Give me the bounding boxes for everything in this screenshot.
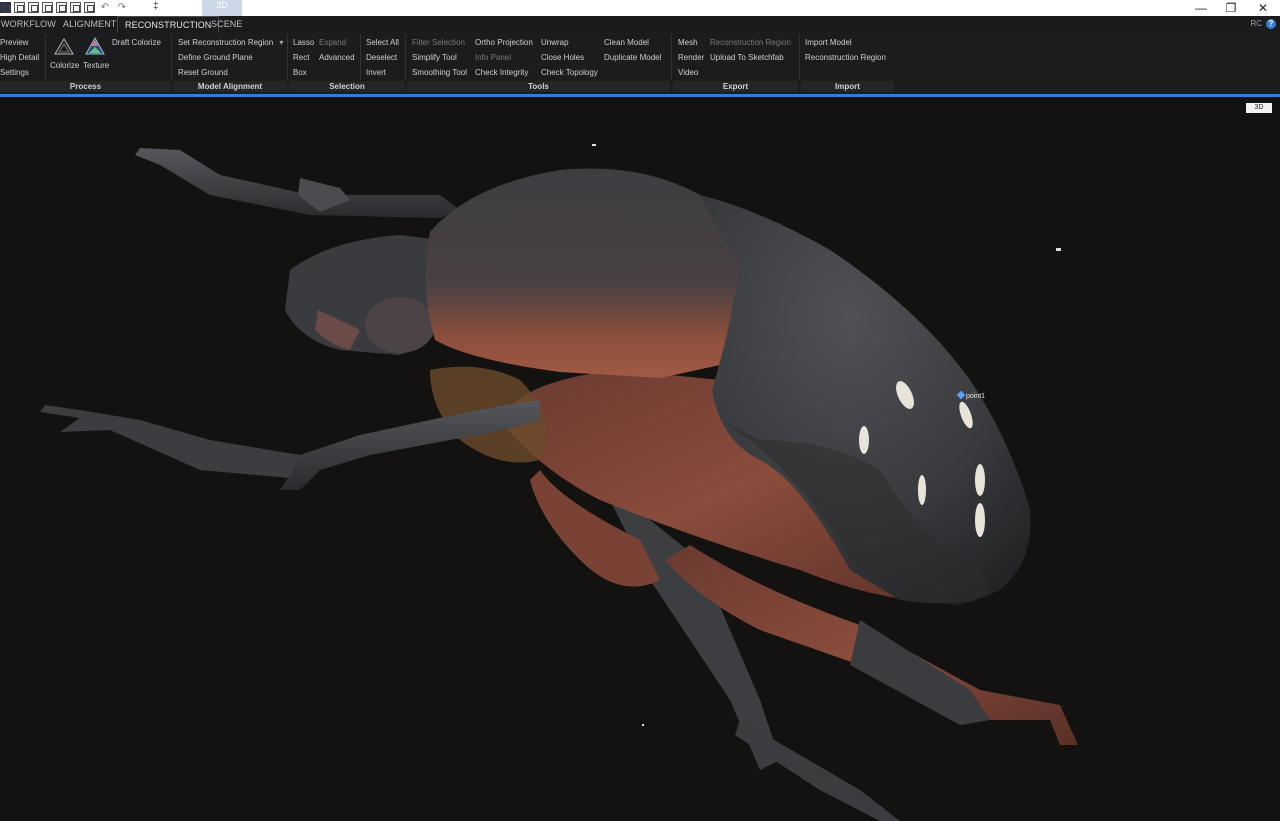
beetle-model: [40, 148, 1078, 821]
layout-5-icon[interactable]: [56, 2, 67, 13]
ortho-projection-button[interactable]: Ortho Projection: [475, 38, 533, 48]
group-footer-model-alignment: Model Alignment: [173, 81, 287, 92]
redo-icon[interactable]: ↷: [115, 2, 129, 14]
deselect-button[interactable]: Deselect: [366, 53, 397, 63]
pronotum: [426, 168, 741, 378]
layout-7-icon[interactable]: [84, 2, 95, 13]
ribbon: Preview High Detail Settings Colorize Te…: [0, 32, 1280, 94]
texture-icon[interactable]: [85, 37, 105, 56]
simplify-tool-button[interactable]: Simplify Tool: [412, 53, 457, 63]
filter-selection-button[interactable]: Filter Selection: [412, 38, 465, 48]
unwrap-button[interactable]: Unwrap: [541, 38, 569, 48]
preview-button[interactable]: Preview: [0, 38, 28, 48]
divider: [360, 34, 361, 80]
close-holes-button[interactable]: Close Holes: [541, 53, 584, 63]
import-model-button[interactable]: Import Model: [805, 38, 852, 48]
define-ground-plane-button[interactable]: Define Ground Plane: [178, 53, 253, 63]
noise-speck: [592, 144, 596, 146]
active-view-tab[interactable]: 3D: [202, 0, 242, 16]
menu-tabs: WORKFLOW ALIGNMENT RECONSTRUCTION SCENE …: [0, 16, 1280, 32]
set-reconstruction-region-button[interactable]: Set Reconstruction Region ▾: [178, 38, 283, 48]
draft-colorize-button[interactable]: Draft Colorize: [112, 38, 161, 48]
noise-speck: [1056, 248, 1061, 251]
reset-ground-button[interactable]: Reset Ground: [178, 68, 228, 78]
set-reconstruction-region-label: Set Reconstruction Region: [178, 38, 274, 47]
import-reconstruction-region-button[interactable]: Reconstruction Region: [805, 53, 886, 63]
divider: [405, 34, 406, 80]
quick-access-toolbar: ↶ ↷: [0, 2, 129, 14]
group-footer-import: Import: [801, 81, 894, 92]
layout-3-icon[interactable]: [28, 2, 39, 13]
layout-1-icon[interactable]: [0, 2, 11, 13]
eye: [365, 297, 435, 353]
high-detail-button[interactable]: High Detail: [0, 53, 39, 63]
clean-model-button[interactable]: Clean Model: [604, 38, 649, 48]
divider: [671, 34, 672, 80]
smoothing-tool-button[interactable]: Smoothing Tool: [412, 68, 467, 78]
point-label: point1: [966, 393, 986, 400]
help-icon[interactable]: ?: [1266, 19, 1276, 29]
restore-button[interactable]: ❐: [1216, 0, 1246, 16]
advanced-button[interactable]: Advanced: [319, 53, 355, 63]
export-render-button[interactable]: Render: [678, 53, 704, 63]
divider: [287, 34, 288, 80]
colorize-icon[interactable]: [54, 38, 74, 56]
minimize-button[interactable]: —: [1186, 0, 1216, 16]
tab-scene[interactable]: SCENE: [204, 16, 250, 32]
group-footer-process: Process: [0, 81, 171, 92]
layout-4-icon[interactable]: [42, 2, 53, 13]
divider: [171, 34, 172, 80]
colorize-button[interactable]: Colorize: [50, 61, 79, 71]
chevron-down-icon: ▾: [279, 38, 284, 47]
info-panel-button[interactable]: Info Panel: [475, 53, 511, 63]
layout-2-icon[interactable]: [14, 2, 25, 13]
duplicate-model-button[interactable]: Duplicate Model: [604, 53, 661, 63]
export-mesh-button[interactable]: Mesh: [678, 38, 698, 48]
expand-button[interactable]: Expand: [319, 38, 346, 48]
check-topology-button[interactable]: Check Topology: [541, 68, 598, 78]
layout-6-icon[interactable]: [70, 2, 81, 13]
upload-sketchfab-button[interactable]: Upload To Sketchfab: [710, 53, 784, 63]
check-integrity-button[interactable]: Check Integrity: [475, 68, 528, 78]
document-marker-icon: ‡: [153, 1, 159, 12]
group-footer-tools: Tools: [407, 81, 670, 92]
rc-label: RC: [1250, 19, 1262, 28]
noise-speck: [642, 724, 644, 726]
texture-button[interactable]: Texture: [83, 61, 109, 71]
tab-workflow[interactable]: WORKFLOW: [0, 16, 63, 32]
close-button[interactable]: ✕: [1248, 0, 1278, 16]
lasso-button[interactable]: Lasso: [293, 38, 314, 48]
divider: [799, 34, 800, 80]
invert-button[interactable]: Invert: [366, 68, 386, 78]
box-button[interactable]: Box: [293, 68, 307, 78]
tab-alignment[interactable]: ALIGNMENT: [56, 16, 123, 32]
title-bar: ↶ ↷ ‡ 3D — ❐ ✕: [0, 0, 1280, 16]
settings-button[interactable]: Settings: [0, 68, 29, 78]
group-footer-export: Export: [673, 81, 798, 92]
3d-viewport[interactable]: 3D point1: [0, 97, 1280, 821]
export-video-button[interactable]: Video: [678, 68, 698, 78]
select-all-button[interactable]: Select All: [366, 38, 399, 48]
divider: [45, 34, 46, 80]
export-reconstruction-region-button[interactable]: Reconstruction Region: [710, 38, 791, 48]
group-footer-selection: Selection: [289, 81, 405, 92]
rect-button[interactable]: Rect: [293, 53, 309, 63]
undo-icon[interactable]: ↶: [98, 2, 112, 14]
